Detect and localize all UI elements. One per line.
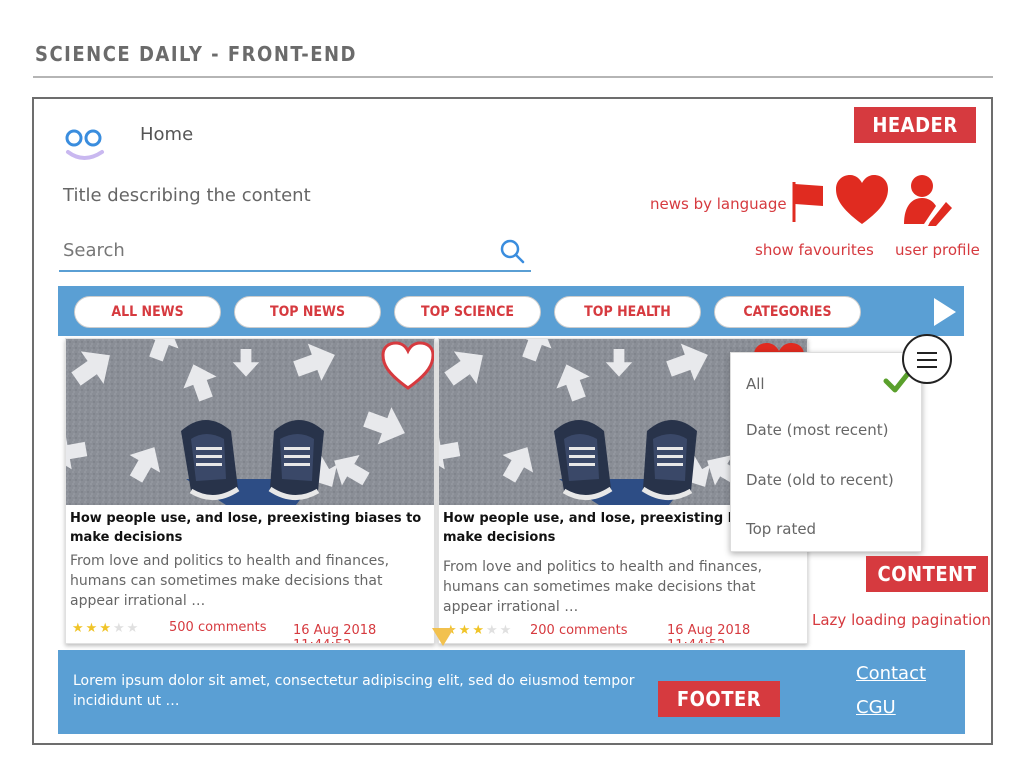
content-title: Title describing the content [63,185,311,206]
star-rating: ★ ★ ★ ★ ★ [445,624,529,638]
nav-home-link[interactable]: Home [140,124,193,145]
search-icon[interactable] [499,238,525,264]
news-by-language-label: news by language [650,195,787,213]
logo-icon[interactable] [64,124,106,164]
user-profile-label[interactable]: user profile [895,241,980,259]
footer-section-tag: FOOTER [658,681,780,717]
heart-outline-icon[interactable] [380,341,435,391]
star-icon: ★ [485,623,498,638]
tab-top-science[interactable]: TOP SCIENCE [394,296,541,328]
star-icon: ★ [85,621,98,636]
card-excerpt: From love and politics to health and fin… [70,553,390,609]
flag-icon[interactable] [790,180,826,222]
footer-link-cgu[interactable]: CGU [856,697,896,718]
tab-top-health[interactable]: TOP HEALTH [554,296,701,328]
footer-link-contact[interactable]: Contact [856,663,926,684]
sort-option-all[interactable]: All [746,375,765,393]
content-section-tag: CONTENT [866,556,988,592]
star-icon: ★ [499,623,512,638]
card-comments-link[interactable]: 500 comments [169,620,266,635]
menu-hamburger-icon[interactable] [902,334,952,384]
star-half-icon: ★ [472,623,484,638]
star-icon: ★ [458,623,471,638]
scroll-marker-icon [432,628,454,646]
sort-option-top-rated[interactable]: Top rated [746,520,816,538]
search-input[interactable] [63,236,483,264]
lazy-loading-label: Lazy loading pagination [812,611,991,629]
card-excerpt: From love and politics to health and fin… [443,559,763,615]
header-section-tag: HEADER [854,107,976,143]
sort-option-date-recent[interactable]: Date (most recent) [746,421,889,439]
title-divider [33,76,993,78]
footer: Lorem ipsum dolor sit amet, consectetur … [58,650,965,734]
tab-top-news[interactable]: TOP NEWS [234,296,381,328]
next-arrow-icon[interactable] [934,298,956,326]
heart-favourites-icon[interactable] [834,174,890,226]
page-title: SCIENCE DAILY - FRONT-END [35,42,357,66]
show-favourites-label[interactable]: show favourites [755,241,874,259]
card-title[interactable]: How people use, and lose, preexisting bi… [70,509,430,547]
search-bar [59,230,531,272]
category-tabbar: ALL NEWS TOP NEWS TOP SCIENCE TOP HEALTH… [58,286,964,336]
sort-dropdown-menu: All Date (most recent) Date (old to rece… [730,352,922,552]
footer-text: Lorem ipsum dolor sit amet, consectetur … [73,673,635,709]
star-half-icon: ★ [99,621,111,636]
star-icon: ★ [72,621,84,636]
card-date: 16 Aug 2018 11:44:52 [667,623,751,643]
star-rating: ★ ★ ★ ★ ★ [72,622,156,636]
tab-all-news[interactable]: ALL NEWS [74,296,221,328]
star-icon: ★ [126,621,139,636]
news-card[interactable]: How people use, and lose, preexisting bi… [65,338,435,644]
sort-option-date-old[interactable]: Date (old to recent) [746,471,894,489]
card-date: 16 Aug 2018 11:44:52 [293,623,377,643]
card-comments-link[interactable]: 200 comments [530,623,627,638]
user-profile-icon[interactable] [900,172,954,226]
tab-categories[interactable]: CATEGORIES [714,296,861,328]
star-icon: ★ [112,621,125,636]
